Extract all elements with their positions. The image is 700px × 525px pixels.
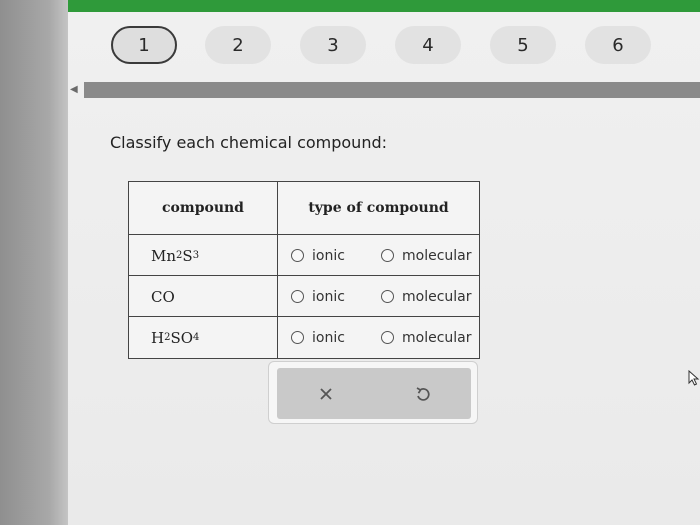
table-row: H 2 SO 4 ionic molecular [129,317,479,358]
formula-subscript: 3 [192,250,200,261]
option-label: molecular [402,288,472,305]
radio-button-icon[interactable] [381,249,394,262]
formula-element: S [182,246,193,265]
radio-button-icon[interactable] [291,290,304,303]
table-row: CO ionic molecular [129,276,479,317]
step-2-button[interactable]: 2 [205,26,271,64]
ionic-radio-option[interactable]: ionic [291,317,345,358]
undo-button[interactable] [374,368,471,419]
step-1-button[interactable]: 1 [111,26,177,64]
molecular-radio-option[interactable]: molecular [381,317,472,358]
compound-formula: H 2 SO 4 [151,317,199,358]
question-prompt: Classify each chemical compound: [110,133,388,152]
formula-element: H [151,328,165,347]
option-label: ionic [312,329,345,346]
formula-element: CO [151,287,175,306]
formula-element: SO [170,328,194,347]
radio-button-icon[interactable] [381,290,394,303]
option-label: ionic [312,288,345,305]
step-6-button[interactable]: 6 [585,26,651,64]
header-compound: compound [162,200,244,216]
top-accent-bar [68,0,700,12]
step-5-button[interactable]: 5 [490,26,556,64]
mouse-cursor-icon [688,370,700,386]
formula-element: Mn [151,246,177,265]
option-label: molecular [402,247,472,264]
option-label: ionic [312,247,345,264]
header-type-of-compound: type of compound [308,200,449,216]
compound-formula: CO [151,276,175,317]
radio-button-icon[interactable] [291,249,304,262]
step-3-button[interactable]: 3 [300,26,366,64]
formula-subscript: 4 [193,332,200,343]
option-label: molecular [402,329,472,346]
step-4-button[interactable]: 4 [395,26,461,64]
radio-button-icon[interactable] [291,331,304,344]
molecular-radio-option[interactable]: molecular [381,235,472,276]
screen-bezel [0,0,70,525]
molecular-radio-option[interactable]: molecular [381,276,472,317]
classification-table: compound type of compound Mn 2 S 3 ionic mo… [128,181,480,359]
answer-tools-panel [268,361,478,424]
ionic-radio-option[interactable]: ionic [291,276,345,317]
compound-formula: Mn 2 S 3 [151,235,199,276]
scroll-left-icon[interactable]: ◀ [70,82,78,98]
radio-button-icon[interactable] [381,331,394,344]
x-icon [319,387,332,400]
table-row: Mn 2 S 3 ionic molecular [129,235,479,276]
undo-icon [416,386,430,401]
ionic-radio-option[interactable]: ionic [291,235,345,276]
tools-bar [277,368,471,419]
clear-button[interactable] [277,368,374,419]
progress-bar [84,82,700,98]
